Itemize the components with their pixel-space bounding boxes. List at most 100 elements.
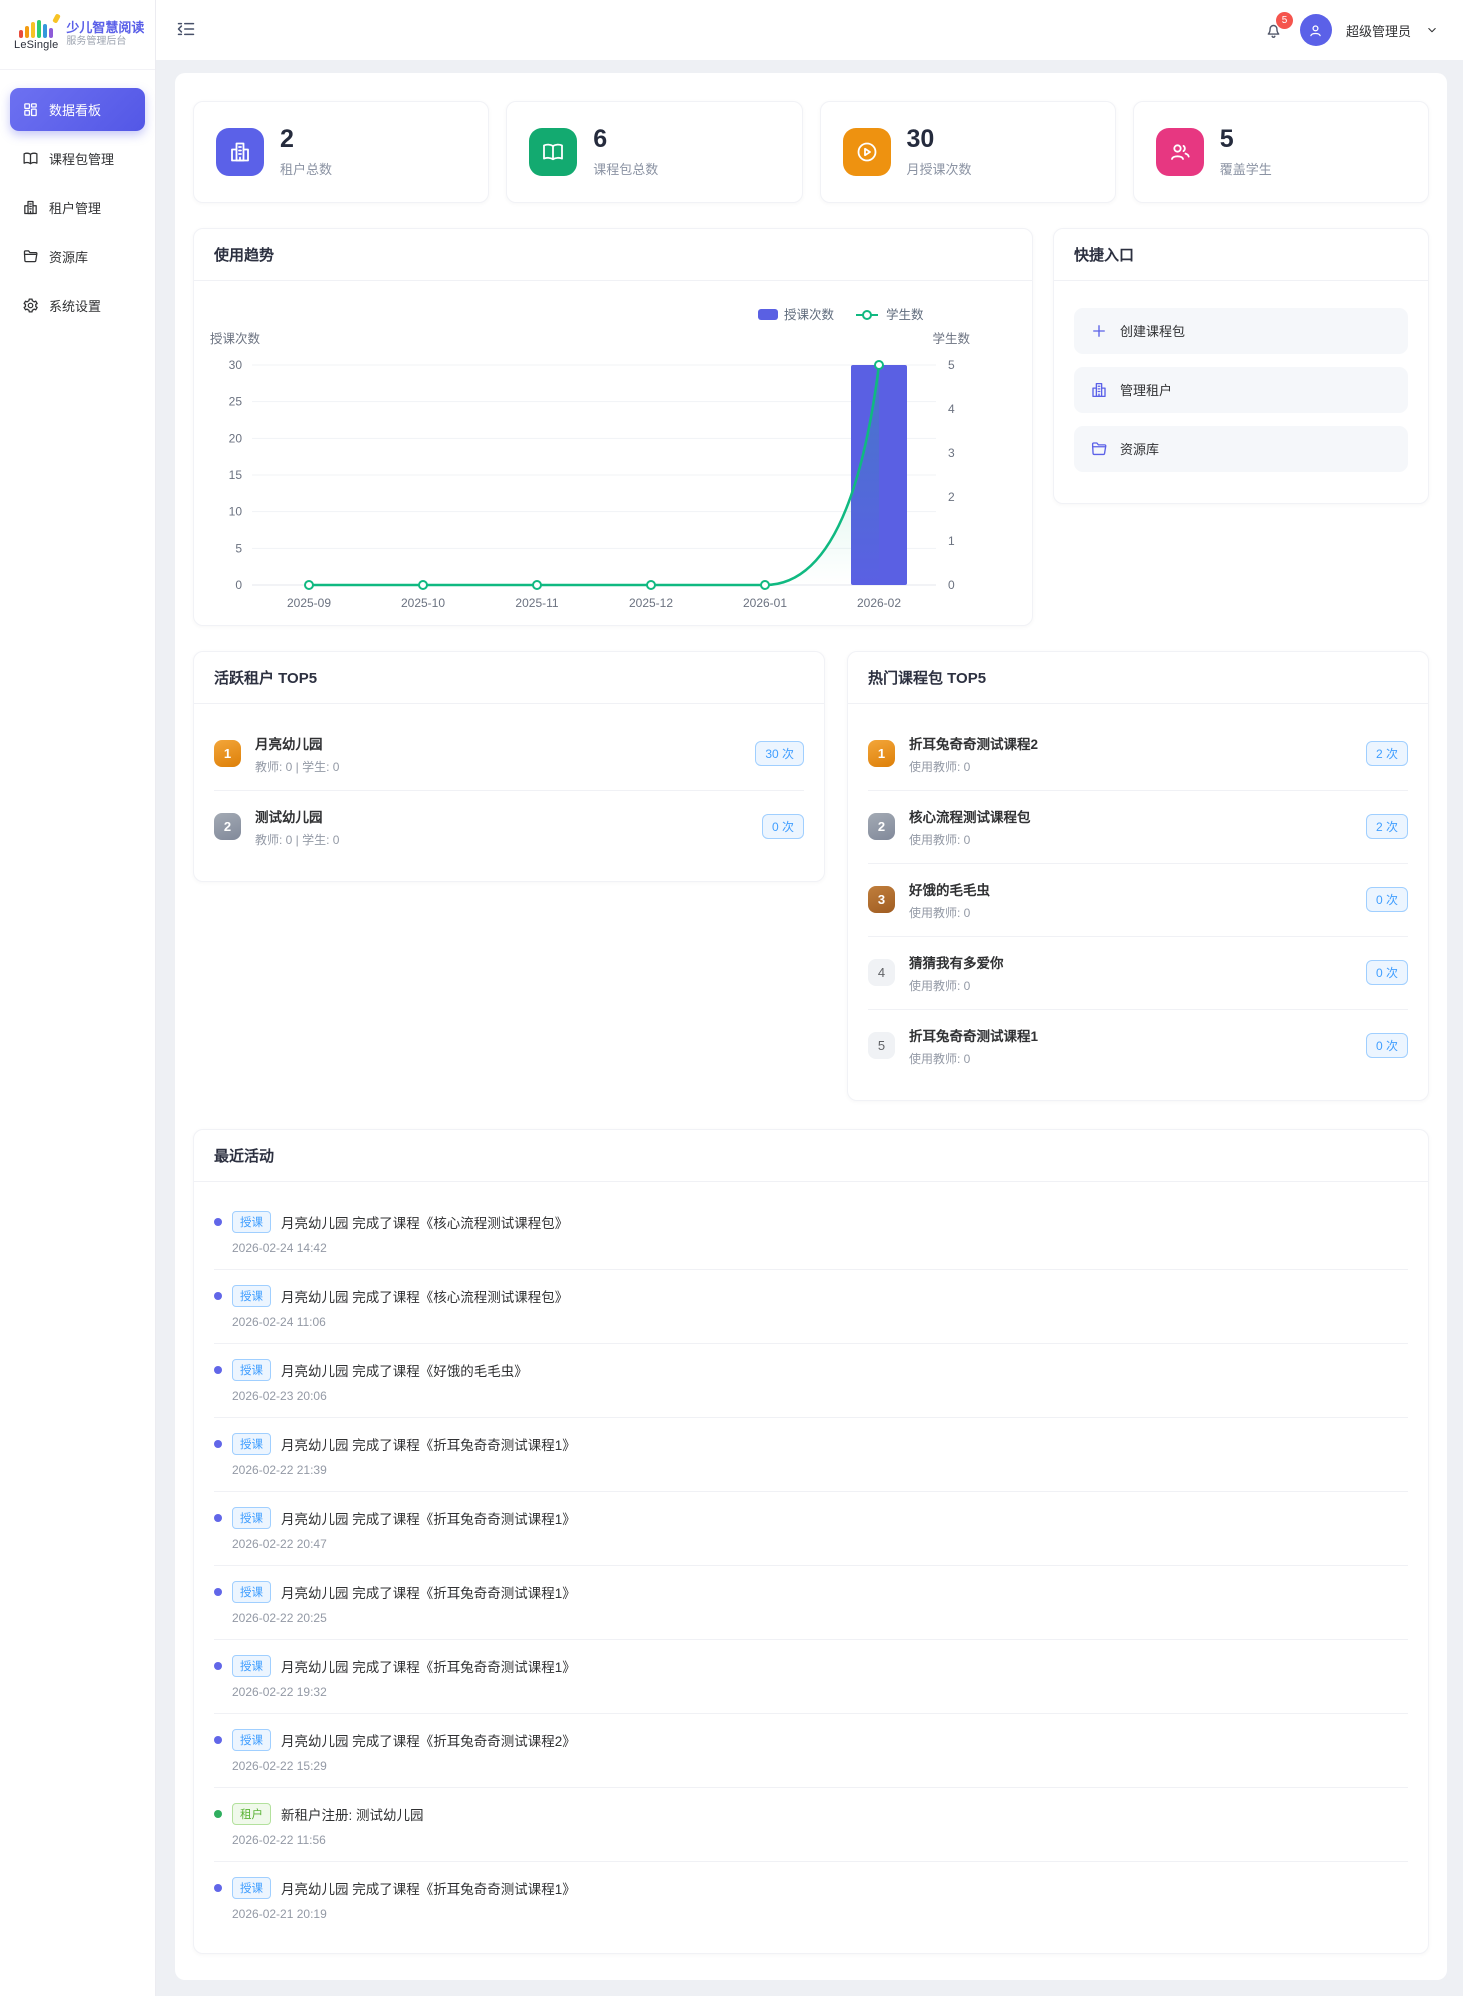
- sidebar-fold-icon[interactable]: [176, 19, 198, 41]
- rank-badge: 4: [868, 959, 895, 986]
- activity-row-1: 授课 月亮幼儿园 完成了课程《核心流程测试课程包》 2026-02-24 11:06: [214, 1270, 1408, 1344]
- stat-card-2: 30 月授课次数: [819, 101, 1116, 203]
- activity-text: 月亮幼儿园 完成了课程《折耳兔奇奇测试课程1》: [281, 1437, 576, 1453]
- avatar[interactable]: [1299, 14, 1332, 46]
- activity-row-9: 授课 月亮幼儿园 完成了课程《折耳兔奇奇测试课程1》 2026-02-21 20:1…: [214, 1862, 1408, 1935]
- usage-trend-title: 使用趋势: [214, 246, 275, 264]
- tenant-row-0: 1 月亮幼儿园 教师: 0 | 学生: 0 30 次: [214, 718, 804, 791]
- course-row-4: 5 折耳兔奇奇测试课程1 使用教师: 0 0 次: [868, 1010, 1408, 1082]
- activity-time: 2026-02-22 15:29: [232, 1758, 327, 1773]
- svg-text:2025-11: 2025-11: [515, 596, 558, 610]
- count-badge: 0 次: [1365, 1033, 1408, 1058]
- svg-text:15: 15: [229, 468, 243, 482]
- svg-text:1: 1: [948, 534, 955, 548]
- stat-card-1: 6 课程包总数: [506, 101, 803, 203]
- stat-value: 6: [593, 125, 608, 153]
- svg-text:学生数: 学生数: [886, 307, 924, 322]
- activity-text: 月亮幼儿园 完成了课程《核心流程测试课程包》: [281, 1289, 569, 1305]
- rank-badge: 5: [868, 1032, 895, 1059]
- activity-dot: [214, 1513, 222, 1522]
- activity-dot: [214, 1883, 222, 1892]
- building-icon: [216, 127, 264, 176]
- user-name[interactable]: 超级管理员: [1346, 21, 1411, 40]
- quick-link-label: 管理租户: [1120, 383, 1173, 398]
- activity-row-2: 授课 月亮幼儿园 完成了课程《好饿的毛毛虫》 2026-02-23 20:06: [214, 1344, 1408, 1418]
- svg-text:2025-09: 2025-09: [287, 596, 331, 610]
- activity-time: 2026-02-22 20:47: [232, 1536, 327, 1551]
- stat-card-3: 5 覆盖学生: [1132, 101, 1429, 203]
- course-row-3: 4 猜猜我有多爱你 使用教师: 0 0 次: [868, 937, 1408, 1010]
- activity-row-3: 授课 月亮幼儿园 完成了课程《折耳兔奇奇测试课程1》 2026-02-22 21:3…: [214, 1418, 1408, 1492]
- activity-row-6: 授课 月亮幼儿园 完成了课程《折耳兔奇奇测试课程1》 2026-02-22 19:3…: [214, 1640, 1408, 1714]
- recent-activity-title: 最近活动: [214, 1147, 275, 1165]
- activity-text: 月亮幼儿园 完成了课程《核心流程测试课程包》: [281, 1215, 569, 1231]
- notification-bell-icon[interactable]: 5: [1262, 12, 1293, 42]
- svg-text:5: 5: [235, 541, 242, 555]
- sidebar-item-1[interactable]: 课程包管理: [10, 137, 145, 180]
- active-tenants-card: 活跃租户 TOP5 1 月亮幼儿园 教师: 0 | 学生: 0 30 次 2 测试幼儿园教…: [193, 650, 825, 882]
- tenant-name: 测试幼儿园: [255, 809, 323, 825]
- course-name: 好饿的毛毛虫: [909, 882, 990, 898]
- activity-type-badge: 授课: [232, 1210, 271, 1233]
- sidebar: LeSingle 少儿智慧阅读 服务管理后台 数据看板 课程包管理 租户管理 资源库系…: [0, 0, 156, 1996]
- quick-link-0[interactable]: 创建课程包: [1074, 307, 1408, 354]
- count-badge: 0 次: [761, 814, 804, 839]
- activity-time: 2026-02-22 21:39: [232, 1462, 327, 1477]
- tenant-meta: 教师: 0 | 学生: 0: [255, 832, 340, 847]
- svg-text:0: 0: [948, 578, 955, 592]
- hot-courses-title: 热门课程包 TOP5: [868, 669, 987, 687]
- sidebar-item-label: 系统设置: [49, 299, 102, 314]
- building-icon: [1090, 381, 1108, 399]
- course-name: 核心流程测试课程包: [909, 809, 1031, 825]
- activity-time: 2026-02-22 19:32: [232, 1684, 327, 1699]
- rank-badge: 1: [214, 740, 241, 767]
- course-row-0: 1 折耳兔奇奇测试课程2 使用教师: 0 2 次: [868, 718, 1408, 791]
- sidebar-item-label: 课程包管理: [49, 152, 115, 167]
- product-name: 少儿智慧阅读: [66, 20, 145, 36]
- notification-badge: 5: [1275, 12, 1293, 29]
- course-meta: 使用教师: 0: [909, 1051, 971, 1066]
- activity-text: 月亮幼儿园 完成了课程《折耳兔奇奇测试课程1》: [281, 1511, 576, 1527]
- course-meta: 使用教师: 0: [909, 905, 971, 920]
- stat-label: 租户总数: [280, 161, 333, 177]
- activity-time: 2026-02-22 11:56: [232, 1832, 326, 1847]
- activity-text: 月亮幼儿园 完成了课程《折耳兔奇奇测试课程1》: [281, 1659, 576, 1675]
- count-badge: 30 次: [755, 741, 804, 766]
- main-area: 5 超级管理员 2 租户总数 6 课程包总数 30 月授课次数 5 覆盖学生 使用趋势 授课次…: [156, 0, 1463, 1996]
- tenant-row-1: 2 测试幼儿园 教师: 0 | 学生: 0 0 次: [214, 791, 804, 863]
- sidebar-item-4[interactable]: 系统设置: [10, 284, 145, 327]
- quick-link-label: 资源库: [1120, 442, 1160, 457]
- course-name: 折耳兔奇奇测试课程1: [909, 1028, 1039, 1044]
- svg-text:20: 20: [229, 431, 243, 445]
- quick-entry-list: 创建课程包管理租户资源库: [1054, 281, 1428, 503]
- sidebar-item-3[interactable]: 资源库: [10, 235, 145, 278]
- activity-dot: [214, 1291, 222, 1300]
- activity-type-badge: 授课: [232, 1728, 271, 1751]
- logo-bars-icon: [19, 13, 62, 38]
- activity-row-5: 授课 月亮幼儿园 完成了课程《折耳兔奇奇测试课程1》 2026-02-22 20:2…: [214, 1566, 1408, 1640]
- activity-type-badge: 授课: [232, 1654, 271, 1677]
- building-icon: [22, 199, 39, 216]
- chevron-down-icon[interactable]: [1425, 23, 1439, 37]
- activity-type-badge: 授课: [232, 1284, 271, 1307]
- svg-text:5: 5: [948, 358, 955, 372]
- sidebar-item-label: 数据看板: [49, 103, 102, 118]
- recent-activity-list: 授课 月亮幼儿园 完成了课程《核心流程测试课程包》 2026-02-24 14:42…: [194, 1182, 1428, 1953]
- sidebar-item-0[interactable]: 数据看板: [10, 88, 145, 131]
- stat-value: 5: [1219, 125, 1234, 153]
- brand-logo: LeSingle: [14, 13, 62, 51]
- plus-icon: [1090, 322, 1108, 340]
- sidebar-item-2[interactable]: 租户管理: [10, 186, 145, 229]
- stats-row: 2 租户总数 6 课程包总数 30 月授课次数 5 覆盖学生: [193, 101, 1429, 203]
- stat-card-0: 2 租户总数: [193, 101, 490, 203]
- quick-link-2[interactable]: 资源库: [1074, 425, 1408, 472]
- quick-link-1[interactable]: 管理租户: [1074, 366, 1408, 413]
- activity-time: 2026-02-24 14:42: [232, 1240, 327, 1255]
- activity-text: 月亮幼儿园 完成了课程《折耳兔奇奇测试课程1》: [281, 1585, 576, 1601]
- app-root: LeSingle 少儿智慧阅读 服务管理后台 数据看板 课程包管理 租户管理 资源库系…: [0, 0, 1463, 1996]
- course-meta: 使用教师: 0: [909, 978, 971, 993]
- topbar: 5 超级管理员: [156, 0, 1463, 61]
- activity-type-badge: 授课: [232, 1876, 271, 1899]
- stat-label: 月授课次数: [906, 161, 972, 177]
- svg-text:2025-10: 2025-10: [401, 596, 445, 610]
